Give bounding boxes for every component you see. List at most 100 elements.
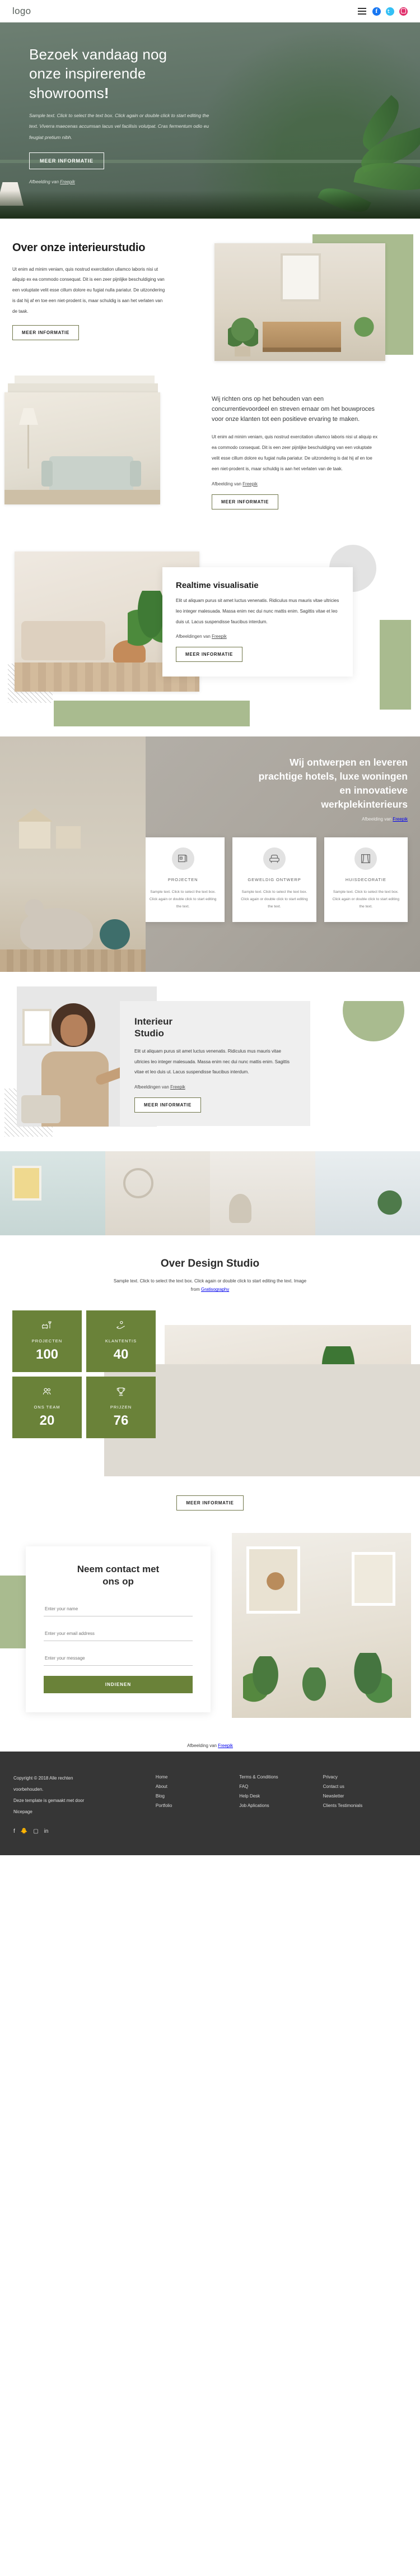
contact-title: Neem contact met ons op [44,1563,193,1588]
realtime-credit-prefix: Afbeeldingen van [176,634,212,640]
footer-link[interactable]: Job Aplications [239,1801,323,1811]
hero-cta-button[interactable]: MEER INFORMATIE [29,152,104,169]
twitter-icon[interactable]: 🐥 [21,1824,27,1838]
footer-link[interactable]: FAQ [239,1782,323,1792]
hamburger-icon[interactable] [358,8,366,15]
design-studio-cta-button[interactable]: MEER INFORMATIE [176,1495,244,1511]
site-footer: Copyright © 2018 Alle rechten voorbehoud… [0,1752,420,1856]
plant-shape [243,1656,288,1711]
footer-link[interactable]: Clients Testimonials [323,1801,407,1811]
footer-link[interactable]: Privacy [323,1773,407,1782]
footer-link[interactable]: Contact us [323,1782,407,1792]
studio-title-line-1: Interieur [134,1016,173,1027]
twitter-icon[interactable] [386,7,394,16]
blueprint-icon [171,847,194,870]
footer-copyright-line-4: Nicepage [13,1809,32,1815]
facebook-icon[interactable]: f [13,1824,15,1838]
footer-link[interactable]: Portfolio [156,1801,239,1811]
studio-card: Interieur Studio Elit ut aliquam purus s… [120,1001,310,1127]
design-studio-subtitle-text: Sample text. Click to select the text bo… [113,1278,307,1284]
footer-link[interactable]: Home [156,1773,239,1782]
banner-credit-link[interactable]: Freepik [393,817,408,822]
feature-card[interactable]: GEWELDIG ONTWERP Sample text. Click to s… [232,837,316,922]
footer-column-1: Home About Blog Portfolio [156,1773,239,1838]
feature-card[interactable]: PROJECTEN Sample text. Click to select t… [141,837,225,922]
realtime-section: Realtime visualisatie Elit ut aliquam pu… [0,541,420,726]
linkedin-icon[interactable]: in [44,1824,49,1838]
instagram-icon[interactable]: ▢ [33,1824,38,1838]
hero-section: Bezoek vandaag nog onze inspirerende sho… [0,22,420,219]
contact-image-credit: Afbeelding van Freepik [0,1743,420,1748]
hero-content: Bezoek vandaag nog onze inspirerende sho… [0,22,420,184]
top-bar: logo [0,0,420,22]
mission-section: Wij richten ons op het behouden van een … [0,370,420,538]
stat-label: PRIJZEN [110,1405,132,1410]
contact-credit-prefix: Afbeelding van [187,1743,218,1749]
instagram-icon[interactable] [399,7,408,16]
facebook-icon[interactable] [372,7,381,16]
footer-link[interactable]: Terms & Conditions [239,1773,323,1782]
banner-photo [0,736,146,972]
hero-title-line-1: Bezoek vandaag nog [29,46,167,63]
about-cta-button[interactable]: MEER INFORMATIE [12,325,80,340]
name-field[interactable] [44,1601,193,1616]
team-icon [41,1386,53,1400]
design-studio-section: Over Design Studio Sample text. Click to… [0,1235,420,1527]
plant-shape [295,1667,334,1713]
studio-cta-button[interactable]: MEER INFORMATIE [134,1097,202,1113]
studio-paragraph: Elit ut aliquam purus sit amet luctus ve… [134,1048,290,1075]
design-studio-credit-link[interactable]: Gratisography [201,1287,229,1292]
toy-ball-shape [100,919,130,949]
contact-credit-link[interactable]: Freepik [218,1743,233,1748]
design-studio-credit-prefix: from [190,1287,201,1292]
mission-text-block: Wij richten ons op het behouden van een … [212,380,380,509]
about-text-block: Over onze interieurstudio Ut enim ad min… [0,241,168,340]
submit-button[interactable]: INDIENEN [44,1675,193,1693]
hero-foliage-band [0,191,420,219]
footer-column-2: Terms & Conditions FAQ Help Desk Job Apl… [239,1773,323,1838]
footer-link[interactable]: Help Desk [239,1792,323,1801]
footer-link[interactable]: About [156,1782,239,1792]
feature-card[interactable]: HUISDECORATIE Sample text. Click to sele… [324,837,408,922]
contact-form-card: Neem contact met ons op INDIENEN [26,1546,211,1712]
hero-title-line-3: showrooms [29,84,104,101]
realtime-credit-link[interactable]: Freepik [212,634,227,639]
feature-card-text: Sample text. Click to select the text bo… [241,890,308,909]
stat-value: 76 [113,1413,129,1429]
curtain-icon [354,847,377,870]
decor-green-band [54,701,250,726]
message-field[interactable] [44,1651,193,1666]
armchair-lamp-icon [41,1320,53,1334]
studio-credit-link[interactable]: Freepik [170,1085,185,1090]
mission-paragraph: Ut enim ad minim veniam, quis nostrud ex… [212,434,378,471]
hero-image-credit: Afbeelding van Freepik [29,179,420,184]
contact-section: Neem contact met ons op INDIENEN Afbeeld… [0,1527,420,1752]
hero-title-line-2: onze inspirerende [29,65,146,82]
realtime-card: Realtime visualisatie Elit ut aliquam pu… [162,567,353,677]
stat-label: ONS TEAM [34,1405,60,1410]
site-logo[interactable]: logo [12,6,31,17]
email-field[interactable] [44,1626,193,1641]
banner-title-line-1: Wij ontwerpen en leveren [290,757,408,768]
toy-house-shape [56,826,81,849]
feature-card-title: PROJECTEN [167,877,198,883]
realtime-title: Realtime visualisatie [176,581,259,590]
mission-cta-button[interactable]: MEER INFORMATIE [212,494,279,509]
sofa-shape [41,456,141,491]
mission-credit-link[interactable]: Freepik [242,481,258,487]
footer-link[interactable]: Blog [156,1792,239,1801]
stat-tile: PROJECTEN 100 [12,1310,82,1373]
photo-strip [0,1151,420,1235]
mirror-shape [281,253,321,302]
contact-photo [232,1533,411,1718]
realtime-cta-button[interactable]: MEER INFORMATIE [176,647,243,662]
studio-section: Interieur Studio Elit ut aliquam purus s… [0,972,420,1151]
about-title: Over onze interieurstudio [12,242,146,254]
hero-credit-link[interactable]: Freepik [60,179,75,184]
footer-link[interactable]: Newsletter [323,1792,407,1801]
studio-title-line-2: Studio [134,1028,164,1039]
studio-title: Interieur Studio [134,1016,296,1040]
banner-title-line-3: en innovatieve [339,784,408,796]
contact-title-line-1: Neem contact met [77,1564,160,1575]
banner-title: Wij ontwerpen en leveren prachtige hotel… [140,756,420,811]
